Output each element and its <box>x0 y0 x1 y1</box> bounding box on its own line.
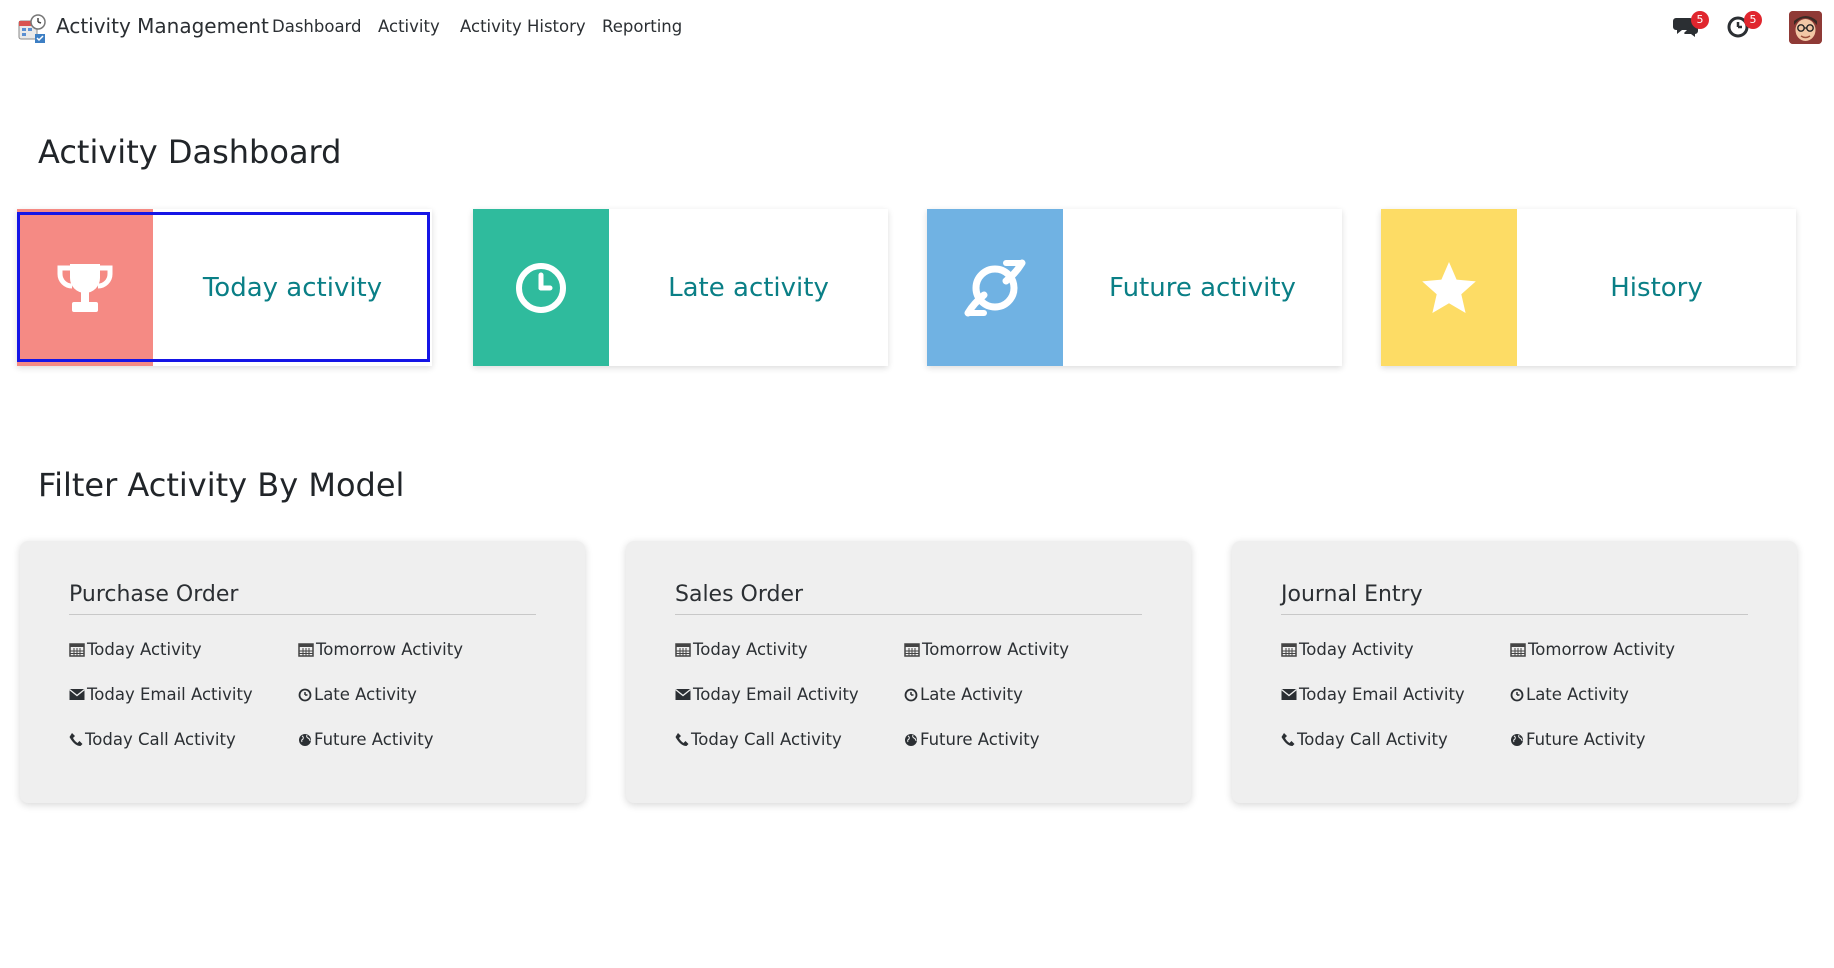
link-future-activity[interactable]: Future Activity <box>1510 730 1646 749</box>
link-tomorrow-activity[interactable]: Tomorrow Activity <box>298 640 463 659</box>
model-card-sales-order: Sales Order Today Activity Tomorrow Acti… <box>626 541 1191 803</box>
link-future-activity[interactable]: Future Activity <box>298 730 434 749</box>
link-today-activity[interactable]: Today Activity <box>1281 640 1414 659</box>
link-label: Future Activity <box>920 730 1040 749</box>
app-logo-icon <box>17 12 47 44</box>
calendar-icon <box>298 643 314 657</box>
dashboard-heading: Activity Dashboard <box>38 133 342 171</box>
envelope-icon <box>1281 688 1297 700</box>
link-today-activity[interactable]: Today Activity <box>675 640 808 659</box>
filter-heading: Filter Activity By Model <box>38 466 405 504</box>
link-label: Tomorrow Activity <box>922 640 1069 659</box>
tile-today-activity[interactable]: Today activity <box>17 209 432 366</box>
clock-icon <box>904 688 918 701</box>
messages-button[interactable]: 5 <box>1673 11 1709 42</box>
link-today-email-activity[interactable]: Today Email Activity <box>69 685 253 704</box>
top-navbar: Activity Management Dashboard Activity A… <box>0 0 1834 56</box>
link-label: Tomorrow Activity <box>316 640 463 659</box>
link-today-activity[interactable]: Today Activity <box>69 640 202 659</box>
calendar-icon <box>69 643 85 657</box>
messages-badge: 5 <box>1691 11 1709 29</box>
calendar-icon <box>1510 643 1526 657</box>
tile-history[interactable]: History <box>1381 209 1796 366</box>
link-label: Today Activity <box>693 640 808 659</box>
link-label: Today Activity <box>1299 640 1414 659</box>
tile-icon-box <box>17 209 153 366</box>
nav-dashboard[interactable]: Dashboard <box>272 17 362 36</box>
model-card-journal-entry: Journal Entry Today Activity Tomorrow Ac… <box>1232 541 1797 803</box>
tile-future-activity[interactable]: Future activity <box>927 209 1342 366</box>
model-card-purchase-order: Purchase Order Today Activity Tomorrow A… <box>20 541 585 803</box>
link-tomorrow-activity[interactable]: Tomorrow Activity <box>904 640 1069 659</box>
link-label: Tomorrow Activity <box>1528 640 1675 659</box>
link-label: Today Call Activity <box>691 730 842 749</box>
tile-label: Late activity <box>668 272 829 303</box>
clock-icon <box>516 262 566 313</box>
link-tomorrow-activity[interactable]: Tomorrow Activity <box>1510 640 1675 659</box>
nav-activity-history[interactable]: Activity History <box>460 17 586 36</box>
card-title: Purchase Order <box>69 582 239 607</box>
link-today-call-activity[interactable]: Today Call Activity <box>1281 730 1448 749</box>
calendar-icon <box>1281 643 1297 657</box>
link-label: Future Activity <box>314 730 434 749</box>
globe-icon <box>905 733 917 746</box>
link-late-activity[interactable]: Late Activity <box>1510 685 1629 704</box>
globe-icon <box>1511 733 1523 746</box>
link-label: Today Email Activity <box>87 685 253 704</box>
link-label: Late Activity <box>920 685 1023 704</box>
phone-icon <box>69 733 83 746</box>
card-title: Journal Entry <box>1281 582 1423 607</box>
tile-icon-box <box>1381 209 1517 366</box>
star-icon <box>1422 261 1476 313</box>
card-title: Sales Order <box>675 582 804 607</box>
link-label: Today Email Activity <box>1299 685 1465 704</box>
phone-icon <box>1281 733 1295 746</box>
link-future-activity[interactable]: Future Activity <box>904 730 1040 749</box>
activities-button[interactable]: 5 <box>1726 11 1762 42</box>
link-late-activity[interactable]: Late Activity <box>904 685 1023 704</box>
calendar-icon <box>675 643 691 657</box>
envelope-icon <box>675 688 691 700</box>
link-today-email-activity[interactable]: Today Email Activity <box>1281 685 1465 704</box>
activities-badge: 5 <box>1744 11 1762 29</box>
tile-icon-box <box>927 209 1063 366</box>
tile-label: Future activity <box>1109 272 1296 303</box>
link-label: Future Activity <box>1526 730 1646 749</box>
clock-icon <box>1510 688 1524 701</box>
card-divider <box>675 614 1142 615</box>
app-brand[interactable] <box>17 12 47 44</box>
link-label: Today Call Activity <box>1297 730 1448 749</box>
phone-icon <box>675 733 689 746</box>
user-avatar[interactable] <box>1789 11 1822 44</box>
envelope-icon <box>69 688 85 700</box>
clock-icon <box>298 688 312 701</box>
globe-icon <box>299 733 311 746</box>
calendar-icon <box>904 643 920 657</box>
link-label: Today Email Activity <box>693 685 859 704</box>
link-today-email-activity[interactable]: Today Email Activity <box>675 685 859 704</box>
card-divider <box>1281 614 1748 615</box>
nav-reporting[interactable]: Reporting <box>602 17 682 36</box>
link-today-call-activity[interactable]: Today Call Activity <box>69 730 236 749</box>
tile-late-activity[interactable]: Late activity <box>473 209 888 366</box>
link-label: Late Activity <box>1526 685 1629 704</box>
nav-activity[interactable]: Activity <box>378 17 440 36</box>
link-late-activity[interactable]: Late Activity <box>298 685 417 704</box>
tile-label: Today activity <box>202 272 383 303</box>
app-title[interactable]: Activity Management <box>56 14 269 38</box>
link-label: Late Activity <box>314 685 417 704</box>
tile-label: History <box>1610 272 1703 303</box>
saturn-icon <box>964 259 1026 316</box>
link-label: Today Activity <box>87 640 202 659</box>
tile-icon-box <box>473 209 609 366</box>
link-today-call-activity[interactable]: Today Call Activity <box>675 730 842 749</box>
trophy-icon <box>57 263 113 312</box>
link-label: Today Call Activity <box>85 730 236 749</box>
card-divider <box>69 614 536 615</box>
